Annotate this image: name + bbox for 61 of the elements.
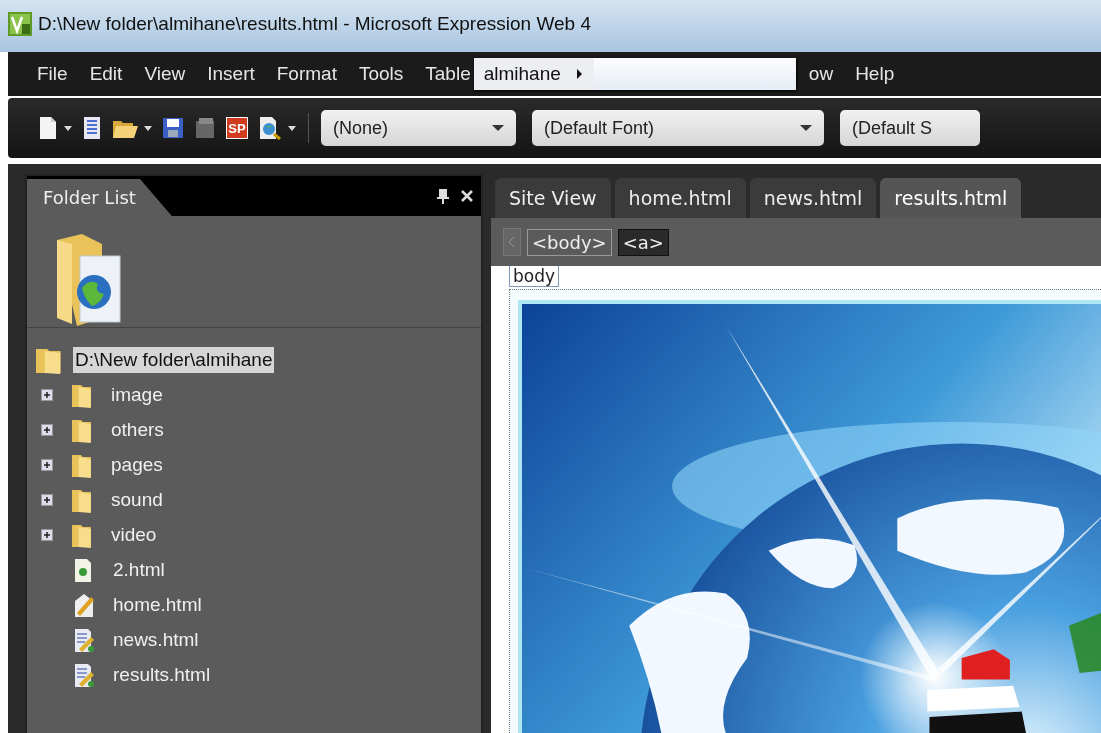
web-page-icon [73, 557, 93, 582]
document-tab[interactable]: Site View [495, 178, 611, 218]
close-icon [461, 190, 473, 202]
menu-item[interactable]: Insert [196, 63, 266, 85]
dropdown[interactable]: (None) [321, 110, 516, 146]
document-tab[interactable]: home.html [614, 178, 746, 218]
edit-page-icon [73, 662, 95, 687]
tree-item[interactable]: sound [109, 486, 165, 513]
tag-selector[interactable]: <a> [617, 228, 669, 256]
document-tab[interactable]: results.html [880, 178, 1022, 218]
expand-icon[interactable] [41, 528, 53, 541]
stack-icon [194, 117, 216, 139]
app-logo-icon [8, 12, 32, 36]
menu-item[interactable]: ow [797, 63, 845, 85]
caret-icon [144, 125, 152, 131]
tree-item[interactable]: D:\New folder\almihane [73, 346, 275, 373]
window-title: D:\New folder\almihane\results.html - Microsoft Expression Web 4 [38, 13, 591, 35]
panel-tab[interactable]: Folder List [27, 179, 172, 216]
caret-icon [64, 125, 72, 131]
menu-item[interactable]: Help [844, 63, 906, 85]
tree-item[interactable]: news.html [111, 626, 201, 653]
popup-menu-item[interactable]: almihane [473, 58, 594, 90]
pin-button[interactable] [437, 188, 449, 204]
page-icon [38, 116, 58, 140]
toolbar-button[interactable] [258, 116, 296, 140]
pin-icon [437, 188, 449, 204]
tree-item[interactable]: pages [109, 451, 165, 478]
document-tab[interactable]: news.html [749, 178, 877, 218]
tree-item[interactable]: 2.html [111, 556, 167, 583]
pencil-page-icon [73, 592, 95, 617]
toolbar-button[interactable] [82, 116, 102, 140]
tree-item[interactable]: results.html [111, 661, 213, 688]
close-button[interactable] [461, 190, 473, 202]
menu-item[interactable]: View [133, 63, 197, 85]
expand-icon[interactable] [41, 423, 53, 436]
expand-icon[interactable] [41, 493, 53, 506]
toolbar-button[interactable] [38, 116, 72, 140]
edit-page-icon [73, 627, 95, 652]
chevron-left-icon [509, 237, 515, 247]
document-icon [82, 116, 102, 140]
tree-item[interactable]: home.html [111, 591, 204, 618]
menu-item[interactable]: Format [265, 63, 348, 85]
tree-item[interactable]: others [109, 416, 166, 443]
dropdown[interactable]: (Default S [840, 110, 980, 146]
expand-icon[interactable] [41, 458, 53, 471]
preview-icon [258, 116, 282, 140]
toolbar-button[interactable] [162, 117, 184, 139]
sharepoint-button[interactable]: SP [226, 117, 248, 139]
tree-item[interactable]: video [109, 521, 159, 548]
dropdown[interactable]: (Default Font) [532, 110, 824, 146]
element-label: body [509, 266, 560, 287]
menu-item[interactable]: File [26, 63, 79, 85]
caret-icon [492, 125, 504, 131]
menu-item[interactable]: Tools [347, 63, 415, 85]
tag-selector[interactable]: <body> [527, 228, 612, 256]
expand-icon[interactable] [41, 388, 53, 401]
caret-icon [288, 125, 296, 131]
caret-icon [800, 125, 812, 131]
tree-item[interactable]: image [109, 381, 165, 408]
submenu-arrow-icon [576, 69, 582, 79]
menu-item[interactable]: Edit [78, 63, 134, 85]
